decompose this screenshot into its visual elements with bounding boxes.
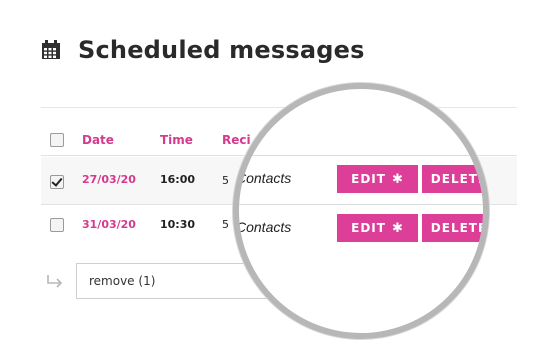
edit-button-label: EDIT xyxy=(351,221,386,235)
page-title: Scheduled messages xyxy=(78,36,365,64)
row-recipients-label: Contacts xyxy=(236,219,292,235)
select-all-checkbox[interactable] xyxy=(50,133,64,147)
column-header-time[interactable]: Time xyxy=(160,133,193,147)
row-time: 10:30 xyxy=(160,218,196,231)
row-time: 16:00 xyxy=(160,173,196,186)
gear-icon: ✱ xyxy=(391,171,404,187)
row-recipients: 5 xyxy=(222,218,229,231)
row-recipients-label: Contacts xyxy=(236,170,292,186)
row-date-link[interactable]: 31/03/20 xyxy=(82,218,136,231)
bulk-action-value: remove (1) xyxy=(89,274,156,288)
row-checkbox[interactable] xyxy=(50,218,64,232)
page-header: Scheduled messages xyxy=(40,36,365,64)
subdirectory-arrow-icon xyxy=(47,275,63,288)
row-recipients: 5 xyxy=(222,174,229,187)
column-header-recipients[interactable]: Reci xyxy=(222,133,251,147)
gear-icon: ✱ xyxy=(391,220,404,236)
delete-button[interactable]: DELETE xyxy=(422,214,488,242)
edit-button[interactable]: EDIT ✱ xyxy=(337,214,418,242)
delete-button[interactable]: DELETE xyxy=(422,165,488,193)
edit-button[interactable]: EDIT ✱ xyxy=(337,165,418,193)
magnifier-lens: Contacts EDIT ✱ DELETE Contacts EDIT ✱ D… xyxy=(233,83,489,339)
calendar-icon xyxy=(42,40,60,59)
column-header-date[interactable]: Date xyxy=(82,133,114,147)
row-checkbox[interactable] xyxy=(50,175,64,189)
row-date-link[interactable]: 27/03/20 xyxy=(82,173,136,186)
divider xyxy=(41,107,517,108)
delete-button-label: DELETE xyxy=(430,172,488,186)
divider xyxy=(239,155,483,156)
edit-button-label: EDIT xyxy=(351,172,386,186)
divider xyxy=(239,204,483,205)
delete-button-label: DELETE xyxy=(430,221,488,235)
